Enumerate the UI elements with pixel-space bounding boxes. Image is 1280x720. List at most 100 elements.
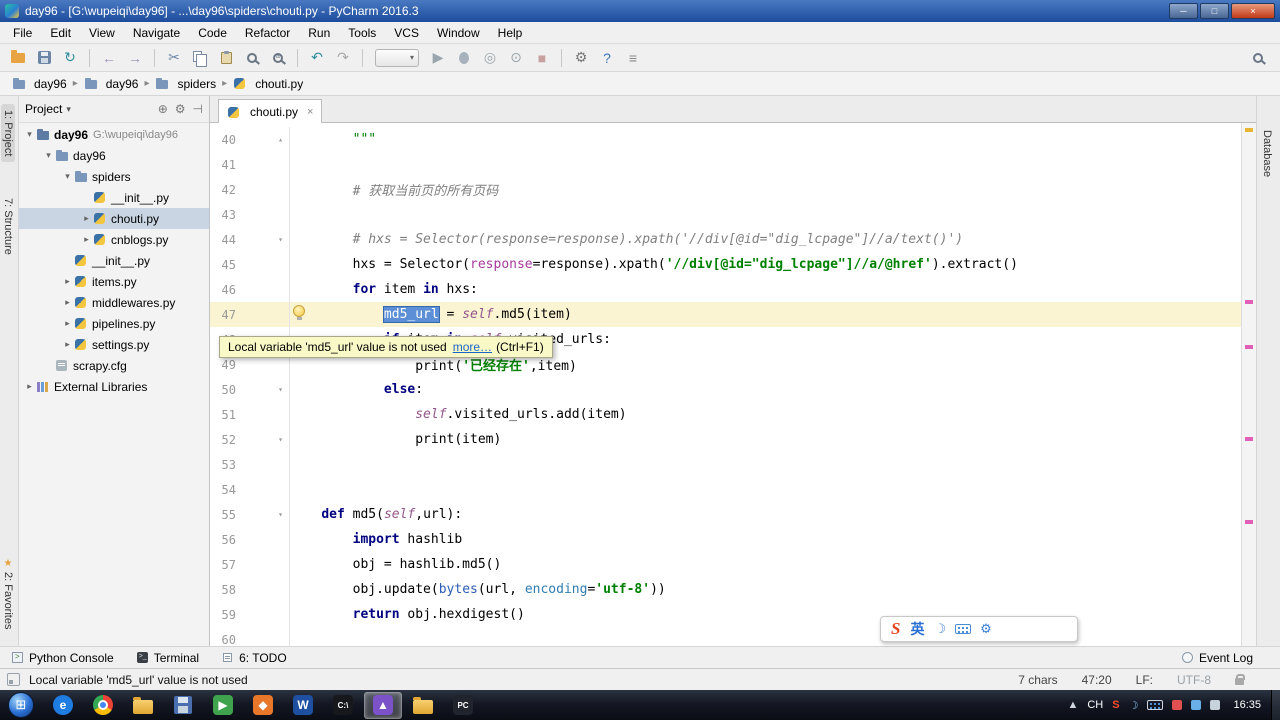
error-stripe[interactable]	[1241, 123, 1256, 646]
tree-arrow-icon[interactable]: ▾	[42, 150, 55, 161]
taskbar-pictures[interactable]	[404, 692, 442, 719]
run-config-select[interactable]: ▾	[375, 48, 419, 67]
tool-tab-database[interactable]: Database	[1260, 124, 1274, 183]
gutter-line-number[interactable]: 55	[210, 508, 236, 522]
keyboard-tray-icon[interactable]	[1147, 700, 1164, 710]
paste-icon[interactable]	[214, 47, 238, 69]
copy-icon[interactable]	[188, 47, 212, 69]
toolwindow-switcher-icon[interactable]	[7, 673, 20, 686]
menu-window[interactable]: Window	[428, 23, 489, 43]
tree-item-External-Libraries[interactable]: ▸ External Libraries	[19, 376, 209, 397]
breadcrumb-day96[interactable]: day96	[82, 77, 141, 91]
gutter-line-number[interactable]: 46	[210, 283, 236, 297]
coverage-icon[interactable]: ◎	[478, 47, 502, 69]
settings-icon[interactable]: ⚙	[569, 47, 593, 69]
taskbar-viewer[interactable]: ▲	[364, 691, 402, 719]
code-line-42[interactable]: 42 # 获取当前页的所有页码	[210, 177, 1241, 202]
tree-item-settings-py[interactable]: ▸ settings.py	[19, 334, 209, 355]
taskbar-chrome[interactable]	[84, 692, 122, 719]
tree-item-scrapy-cfg[interactable]: scrapy.cfg	[19, 355, 209, 376]
hide-panel-icon[interactable]: ⊣	[193, 102, 203, 116]
fold-marker-icon[interactable]: ▾	[236, 227, 290, 252]
code-line-60[interactable]: 60	[210, 627, 1241, 646]
tree-item-__init__-py[interactable]: __init__.py	[19, 187, 209, 208]
toolwindow-button-terminal[interactable]: Terminal	[125, 651, 210, 665]
close-tab-icon[interactable]: ×	[307, 106, 313, 118]
gutter-line-number[interactable]: 50	[210, 383, 236, 397]
code-line-40[interactable]: 40 ▴ """	[210, 127, 1241, 152]
tree-arrow-icon[interactable]: ▸	[61, 297, 74, 308]
menu-edit[interactable]: Edit	[41, 23, 80, 43]
code-editor[interactable]: 40 ▴ """ 41 42 # 获取当前页的所有页码 43 44 ▾ # hxs = Se…	[210, 123, 1241, 646]
fold-marker-icon[interactable]: ▾	[236, 502, 290, 527]
taskbar-media[interactable]: ▶	[204, 692, 242, 719]
tree-arrow-icon[interactable]: ▸	[80, 234, 93, 245]
fold-marker-icon[interactable]: ▾	[236, 377, 290, 402]
gutter-line-number[interactable]: 45	[210, 258, 236, 272]
fold-marker-icon[interactable]: ▾	[236, 427, 290, 452]
toolwindow-button-todo[interactable]: 6: TODO	[210, 651, 298, 665]
start-button[interactable]: ⊞	[8, 692, 34, 718]
menu-run[interactable]: Run	[299, 23, 339, 43]
code-line-58[interactable]: 58 obj.update(bytes(url, encoding='utf-8…	[210, 577, 1241, 602]
help-icon[interactable]: ?	[595, 47, 619, 69]
code-line-46[interactable]: 46 for item in hxs:	[210, 277, 1241, 302]
tool-tab-structure[interactable]: 7: Structure	[1, 192, 15, 261]
ime-language-toggle[interactable]: 英	[910, 619, 924, 639]
tree-item-__init__-py[interactable]: __init__.py	[19, 250, 209, 271]
keyboard-icon[interactable]	[955, 622, 972, 637]
gutter-line-number[interactable]: 47	[210, 308, 236, 322]
code-line-50[interactable]: 50 ▾ else:	[210, 377, 1241, 402]
stripe-mark[interactable]	[1245, 520, 1253, 524]
show-desktop-button[interactable]	[1271, 690, 1280, 720]
taskbar-word[interactable]: W	[284, 692, 322, 719]
close-button[interactable]: ×	[1231, 3, 1275, 19]
menu-navigate[interactable]: Navigate	[124, 23, 189, 43]
find-icon[interactable]	[240, 47, 264, 69]
taskbar-pycharm[interactable]: PC	[444, 692, 482, 719]
tool-tab-favorites[interactable]: ★ 2: Favorites	[1, 552, 15, 635]
synchronize-icon[interactable]: ↻	[58, 47, 82, 69]
tree-arrow-icon[interactable]: ▸	[23, 381, 36, 392]
moon-icon[interactable]: ☽	[934, 621, 946, 637]
stripe-mark[interactable]	[1245, 437, 1253, 441]
code-line-55[interactable]: 55 ▾ def md5(self,url):	[210, 502, 1241, 527]
antivirus-tray-icon[interactable]	[1172, 700, 1183, 710]
tool-tab-project[interactable]: 1: Project	[1, 104, 15, 163]
back-icon[interactable]: ←	[97, 47, 121, 69]
language-indicator[interactable]: CH	[1087, 699, 1103, 711]
tree-item-chouti-py[interactable]: ▸ chouti.py	[19, 208, 209, 229]
breadcrumb-day96[interactable]: day96	[10, 77, 69, 91]
tree-item-pipelines-py[interactable]: ▸ pipelines.py	[19, 313, 209, 334]
taskbar-explorer[interactable]	[124, 692, 162, 719]
gutter-line-number[interactable]: 41	[210, 158, 236, 172]
code-line-45[interactable]: 45 hxs = Selector(response=response).xpa…	[210, 252, 1241, 277]
tree-item-spiders[interactable]: ▾ spiders	[19, 166, 209, 187]
volume-tray-icon[interactable]	[1210, 700, 1221, 710]
code-line-41[interactable]: 41	[210, 152, 1241, 177]
gutter-line-number[interactable]: 56	[210, 533, 236, 547]
menu-file[interactable]: File	[4, 23, 41, 43]
network-tray-icon[interactable]	[1191, 700, 1202, 710]
menu-tools[interactable]: Tools	[339, 23, 385, 43]
stripe-warning-mark[interactable]	[1245, 128, 1253, 132]
undo-icon[interactable]: ↶	[305, 47, 329, 69]
ime-moon-icon[interactable]: ☽	[1129, 699, 1139, 712]
redo-icon[interactable]: ↷	[331, 47, 355, 69]
menu-vcs[interactable]: VCS	[385, 23, 428, 43]
code-line-47[interactable]: 47 md5_url = self.md5(item)	[210, 302, 1241, 327]
taskbar-cmd[interactable]: C:\	[324, 692, 362, 719]
debug-icon[interactable]	[452, 47, 476, 69]
replace-icon[interactable]	[266, 47, 290, 69]
tree-item-day96[interactable]: ▾ day96 G:\wupeiqi\day96	[19, 124, 209, 145]
stripe-mark[interactable]	[1245, 300, 1253, 304]
caret-position[interactable]: 47:20	[1082, 673, 1112, 687]
file-encoding[interactable]: UTF-8	[1177, 673, 1211, 687]
profile-icon[interactable]: ⊙	[504, 47, 528, 69]
save-all-icon[interactable]	[32, 47, 56, 69]
tree-item-middlewares-py[interactable]: ▸ middlewares.py	[19, 292, 209, 313]
line-separator[interactable]: LF:	[1136, 673, 1153, 687]
fold-marker-icon[interactable]: ▴	[236, 127, 290, 152]
toolbox-icon[interactable]: ⚙	[980, 621, 992, 637]
gutter-line-number[interactable]: 54	[210, 483, 236, 497]
